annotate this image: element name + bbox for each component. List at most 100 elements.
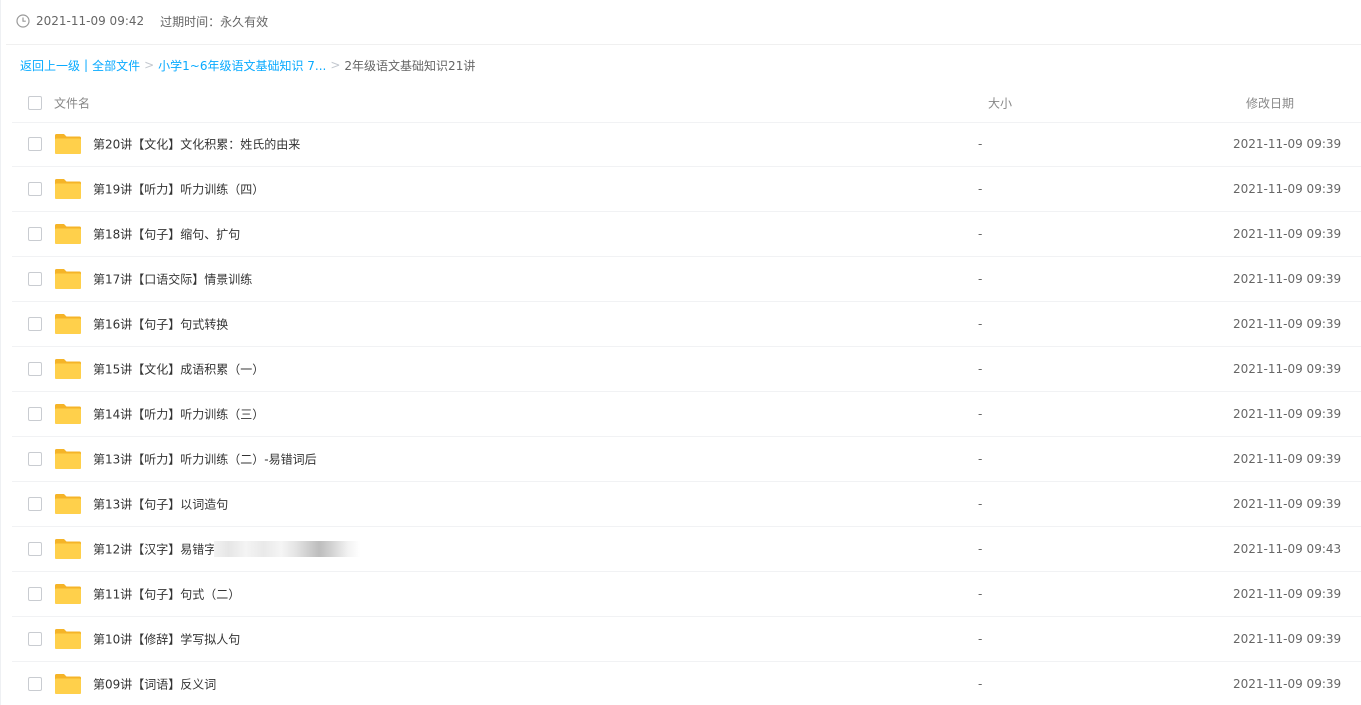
folder-icon (54, 268, 82, 290)
file-modified-date: 2021-11-09 09:39 (1233, 497, 1342, 511)
file-name[interactable]: 第18讲【句子】缩句、扩句 (93, 226, 240, 243)
file-modified-date: 2021-11-09 09:39 (1233, 182, 1342, 196)
file-size: - (978, 362, 983, 376)
file-name[interactable]: 第12讲【汉字】易错字 (93, 541, 216, 558)
folder-icon (54, 583, 82, 605)
row-checkbox[interactable] (28, 632, 42, 646)
file-name[interactable]: 第13讲【听力】听力训练（二）-易错词后 (93, 451, 317, 468)
row-checkbox[interactable] (28, 137, 42, 151)
file-name[interactable]: 第20讲【文化】文化积累：姓氏的由来 (93, 136, 300, 153)
file-size: - (978, 317, 983, 331)
folder-icon (54, 358, 82, 380)
row-checkbox[interactable] (28, 317, 42, 331)
file-modified-date: 2021-11-09 09:39 (1233, 317, 1342, 331)
file-size: - (978, 137, 983, 151)
file-modified-date: 2021-11-09 09:39 (1233, 677, 1342, 691)
file-modified-date: 2021-11-09 09:39 (1233, 362, 1342, 376)
folder-icon (54, 673, 82, 695)
file-name[interactable]: 第14讲【听力】听力训练（三） (93, 406, 264, 423)
file-name[interactable]: 第19讲【听力】听力训练（四） (93, 181, 264, 198)
file-modified-date: 2021-11-09 09:39 (1233, 272, 1342, 286)
folder-icon (54, 403, 82, 425)
file-row[interactable]: 第14讲【听力】听力训练（三） - 2021-11-09 09:39 (12, 392, 1361, 437)
file-size: - (978, 182, 983, 196)
divider (6, 44, 1361, 45)
breadcrumb-separator: > (144, 58, 155, 72)
row-checkbox[interactable] (28, 452, 42, 466)
file-name[interactable]: 第13讲【句子】以词造句 (93, 496, 228, 513)
file-row[interactable]: 第09讲【词语】反义词 - 2021-11-09 09:39 (12, 662, 1361, 705)
select-all-checkbox[interactable] (28, 96, 42, 110)
file-name[interactable]: 第10讲【修辞】学写拟人句 (93, 631, 240, 648)
row-checkbox[interactable] (28, 227, 42, 241)
breadcrumb-current-folder: 2年级语文基础知识21讲 (344, 58, 476, 73)
breadcrumb-all-files-link[interactable]: 全部文件 (92, 57, 140, 74)
breadcrumb-separator: > (330, 58, 341, 72)
column-header-size[interactable]: 大小 (988, 95, 1012, 112)
breadcrumb-back-link[interactable]: 返回上一级 (20, 57, 80, 74)
file-modified-date: 2021-11-09 09:39 (1233, 587, 1342, 601)
share-file-page: 2021-11-09 09:42 过期时间：永久有效 返回上一级 | 全部文件 … (0, 0, 1361, 705)
file-size: - (978, 227, 983, 241)
row-checkbox[interactable] (28, 677, 42, 691)
file-row[interactable]: 第13讲【听力】听力训练（二）-易错词后 - 2021-11-09 09:39 (12, 437, 1361, 482)
file-name[interactable]: 第15讲【文化】成语积累（一） (93, 361, 264, 378)
folder-icon (54, 448, 82, 470)
row-checkbox[interactable] (28, 362, 42, 376)
file-name[interactable]: 第16讲【句子】句式转换 (93, 316, 228, 333)
folder-icon (54, 538, 82, 560)
file-name[interactable]: 第17讲【口语交际】情景训练 (93, 271, 252, 288)
file-row[interactable]: 第12讲【汉字】易错字 - 2021-11-09 09:43 (12, 527, 1361, 572)
row-checkbox[interactable] (28, 542, 42, 556)
file-row[interactable]: 第20讲【文化】文化积累：姓氏的由来 - 2021-11-09 09:39 (12, 122, 1361, 167)
file-row[interactable]: 第15讲【文化】成语积累（一） - 2021-11-09 09:39 (12, 347, 1361, 392)
file-modified-date: 2021-11-09 09:39 (1233, 407, 1342, 421)
file-modified-date: 2021-11-09 09:39 (1233, 632, 1342, 646)
column-header-name[interactable]: 文件名 (54, 95, 90, 112)
file-row[interactable]: 第18讲【句子】缩句、扩句 - 2021-11-09 09:39 (12, 212, 1361, 257)
file-size: - (978, 407, 983, 421)
row-checkbox[interactable] (28, 272, 42, 286)
row-checkbox[interactable] (28, 407, 42, 421)
file-name[interactable]: 第11讲【句子】句式（二） (93, 586, 240, 603)
file-table-header: 文件名 大小 修改日期 (12, 84, 1361, 123)
file-list: 第20讲【文化】文化积累：姓氏的由来 - 2021-11-09 09:39 第1… (12, 122, 1361, 705)
file-row[interactable]: 第16讲【句子】句式转换 - 2021-11-09 09:39 (12, 302, 1361, 347)
file-size: - (978, 542, 983, 556)
row-checkbox[interactable] (28, 182, 42, 196)
file-modified-date: 2021-11-09 09:39 (1233, 452, 1342, 466)
breadcrumb-parent-folder-link[interactable]: 小学1~6年级语文基础知识 7... (158, 57, 326, 74)
breadcrumb: 返回上一级 | 全部文件 > 小学1~6年级语文基础知识 7... > 2年级语… (20, 57, 475, 73)
share-meta-bar: 2021-11-09 09:42 过期时间：永久有效 (16, 12, 268, 30)
file-size: - (978, 632, 983, 646)
folder-icon (54, 223, 82, 245)
share-created-time: 2021-11-09 09:42 (36, 14, 145, 28)
folder-icon (54, 178, 82, 200)
row-checkbox[interactable] (28, 587, 42, 601)
file-size: - (978, 587, 983, 601)
share-expire-time: 过期时间：永久有效 (160, 14, 269, 29)
clock-icon (16, 14, 30, 28)
folder-icon (54, 628, 82, 650)
folder-icon (54, 313, 82, 335)
file-modified-date: 2021-11-09 09:43 (1233, 542, 1342, 556)
row-checkbox[interactable] (28, 497, 42, 511)
breadcrumb-separator: | (84, 58, 89, 72)
redaction-mask (214, 541, 360, 557)
file-row[interactable]: 第13讲【句子】以词造句 - 2021-11-09 09:39 (12, 482, 1361, 527)
file-size: - (978, 452, 983, 466)
column-header-modified[interactable]: 修改日期 (1246, 95, 1294, 112)
file-modified-date: 2021-11-09 09:39 (1233, 227, 1342, 241)
folder-icon (54, 493, 82, 515)
file-row[interactable]: 第19讲【听力】听力训练（四） - 2021-11-09 09:39 (12, 167, 1361, 212)
file-size: - (978, 272, 983, 286)
file-modified-date: 2021-11-09 09:39 (1233, 137, 1342, 151)
folder-icon (54, 133, 82, 155)
file-row[interactable]: 第17讲【口语交际】情景训练 - 2021-11-09 09:39 (12, 257, 1361, 302)
file-size: - (978, 677, 983, 691)
file-name[interactable]: 第09讲【词语】反义词 (93, 676, 216, 693)
left-border (0, 0, 1, 705)
file-row[interactable]: 第11讲【句子】句式（二） - 2021-11-09 09:39 (12, 572, 1361, 617)
file-row[interactable]: 第10讲【修辞】学写拟人句 - 2021-11-09 09:39 (12, 617, 1361, 662)
file-size: - (978, 497, 983, 511)
